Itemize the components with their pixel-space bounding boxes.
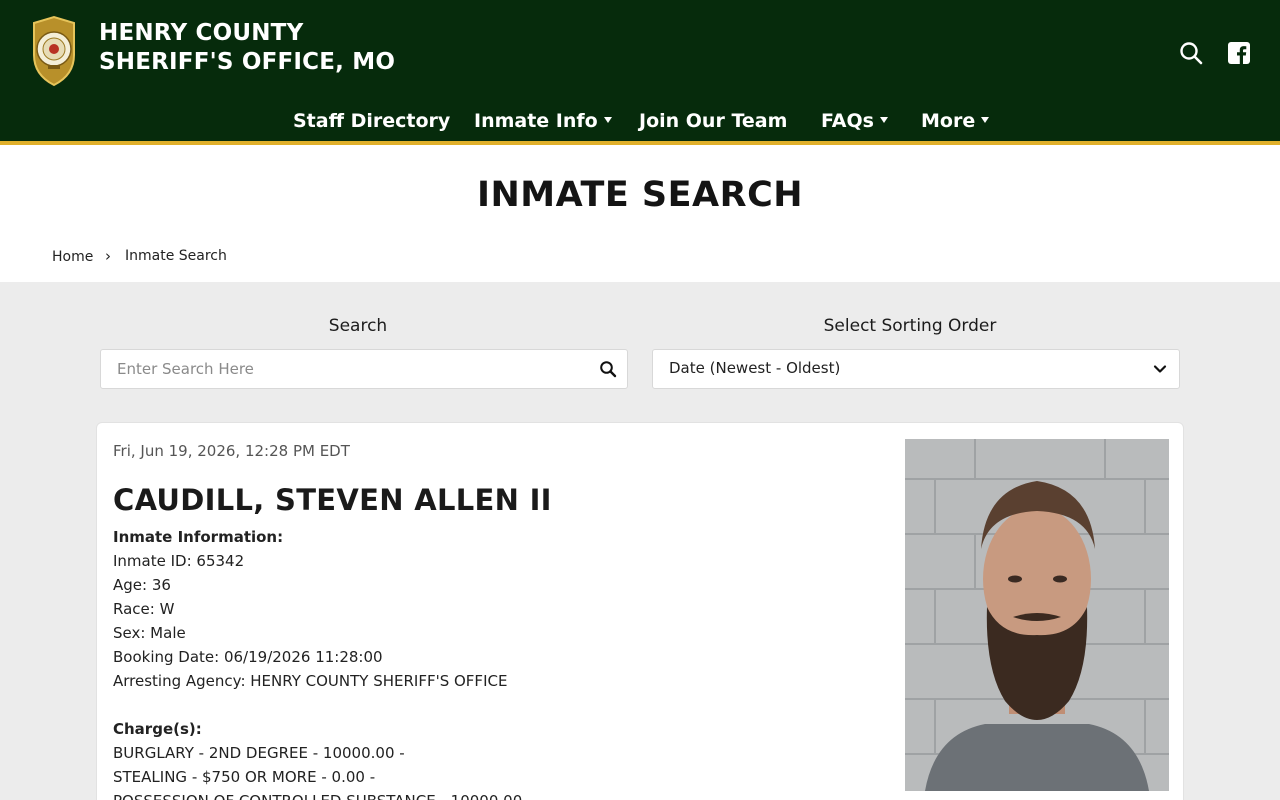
sort-selected-value: Date (Newest - Oldest) xyxy=(669,359,841,377)
nav-item-inmate-info[interactable]: Inmate Info xyxy=(474,104,612,138)
search-field xyxy=(100,349,628,389)
mugshot-photo[interactable] xyxy=(905,439,1169,791)
inmate-card: Fri, Jun 19, 2026, 12:28 PM EDT CAUDILL,… xyxy=(96,422,1184,800)
breadcrumb-current: Inmate Search xyxy=(125,248,227,264)
inmate-race: Race: W xyxy=(113,600,175,618)
nav-label: Join Our Team xyxy=(639,110,788,132)
nav-label: Inmate Info xyxy=(474,110,598,132)
booking-date: Booking Date: 06/19/2026 11:28:00 xyxy=(113,648,383,666)
inmate-info: Inmate Information: Inmate ID: 65342 Age… xyxy=(113,525,873,800)
caret-down-icon xyxy=(603,116,612,123)
sheriff-badge-icon[interactable] xyxy=(28,15,80,87)
inmate-info-heading: Inmate Information: xyxy=(113,528,284,546)
nav-label: Staff Directory xyxy=(293,110,451,132)
title-band: INMATE SEARCH Home › Inmate Search xyxy=(0,145,1280,282)
sort-select[interactable]: Date (Newest - Oldest) xyxy=(652,349,1180,389)
inmate-sex: Sex: Male xyxy=(113,624,186,642)
nav-item-staff-directory[interactable]: Staff Directory xyxy=(293,104,450,138)
nav-item-faqs[interactable]: FAQs xyxy=(821,104,888,138)
search-label: Search xyxy=(328,316,388,336)
nav-label: More xyxy=(921,110,976,132)
arresting-agency: Arresting Agency: HENRY COUNTY SHERIFF'S… xyxy=(113,672,508,690)
inmate-name[interactable]: CAUDILL, STEVEN ALLEN II xyxy=(113,483,552,517)
charge-item: STEALING - $750 OR MORE - 0.00 - xyxy=(113,768,376,786)
chevron-down-icon xyxy=(1153,365,1167,373)
breadcrumb-home-link[interactable]: Home xyxy=(52,249,93,265)
charge-item: POSSESSION OF CONTROLLED SUBSTANCE - 100… xyxy=(113,789,873,800)
facebook-icon[interactable] xyxy=(1228,42,1250,64)
charge-item: BURGLARY - 2ND DEGREE - 10000.00 - xyxy=(113,744,405,762)
nav-label: FAQs xyxy=(821,110,874,132)
search-input[interactable] xyxy=(101,350,581,388)
brand-line-2: SHERIFF'S OFFICE, MO xyxy=(99,49,396,75)
brand-line-1: HENRY COUNTY xyxy=(99,20,304,46)
charges-heading: Charge(s): xyxy=(113,720,202,738)
caret-down-icon xyxy=(879,116,888,123)
booking-timestamp: Fri, Jun 19, 2026, 12:28 PM EDT xyxy=(113,442,350,460)
main-nav: Staff Directory Inmate Info Join Our Tea… xyxy=(0,104,1280,138)
nav-item-more[interactable]: More xyxy=(921,104,990,138)
caret-down-icon xyxy=(981,116,990,123)
inmate-id: Inmate ID: 65342 xyxy=(113,552,245,570)
search-icon[interactable] xyxy=(1178,40,1204,66)
page-title: INMATE SEARCH xyxy=(476,175,804,215)
inmate-age: Age: 36 xyxy=(113,576,171,594)
site-header: HENRY COUNTY SHERIFF'S OFFICE, MO Staff … xyxy=(0,0,1280,141)
breadcrumb-separator-icon: › xyxy=(105,247,111,265)
sort-label: Select Sorting Order xyxy=(823,316,997,336)
nav-item-join-our-team[interactable]: Join Our Team xyxy=(639,104,787,138)
site-brand[interactable]: HENRY COUNTY SHERIFF'S OFFICE, MO xyxy=(99,19,395,77)
search-icon[interactable] xyxy=(599,360,617,378)
